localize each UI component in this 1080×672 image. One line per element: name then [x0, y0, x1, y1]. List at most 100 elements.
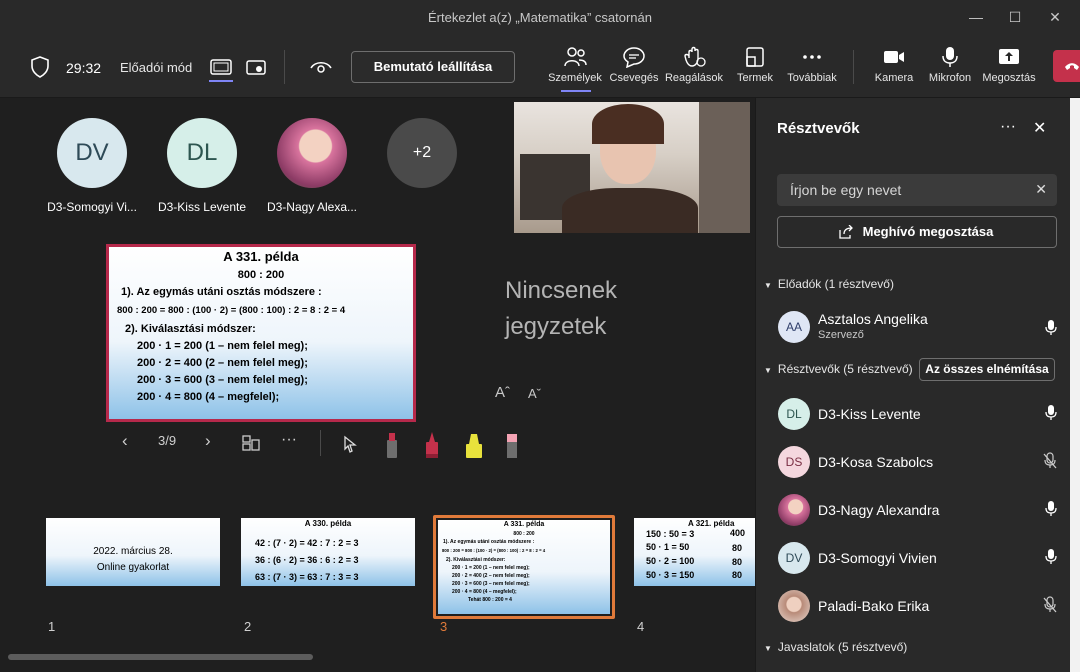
panel-close-icon[interactable]: ✕: [1033, 118, 1046, 138]
laser-pointer-icon[interactable]: [342, 435, 358, 453]
microphone-muted-icon: [1043, 452, 1057, 469]
rooms-icon: [746, 47, 764, 67]
camera-icon: [884, 51, 904, 63]
slide-counter: 3/9: [158, 433, 177, 448]
thumb-line: 2022. március 28.: [93, 546, 173, 557]
presenters-section-header[interactable]: ▼ Előadók (1 résztvevő): [764, 277, 894, 291]
participant-name: D3-Kosa Szabolcs: [818, 454, 934, 470]
next-slide-button[interactable]: ›: [205, 431, 211, 451]
suggestions-header-label: Javaslatok (5 résztvevő): [777, 640, 908, 654]
participant-row[interactable]: Paladi-Bako Erika: [778, 586, 1058, 626]
attendee-tile[interactable]: DV D3-Somogyi Vi...: [42, 118, 142, 214]
attendees-section-header[interactable]: ▼ Résztvevők (5 résztvevő): [764, 362, 913, 376]
slide-line: 200 · 1 = 200 (1 – nem felel meg);: [137, 340, 308, 352]
thumb-title: A 330. példa: [304, 519, 352, 528]
slide-grid-icon[interactable]: [241, 434, 261, 452]
pen-tool-gray-icon[interactable]: [383, 430, 401, 460]
clear-search-icon[interactable]: ✕: [1035, 181, 1047, 198]
search-input[interactable]: [777, 174, 1017, 206]
phone-hangup-icon: [1065, 63, 1079, 70]
panel-title: Résztvevők: [777, 120, 860, 137]
thumb-line: 42 : (7 · 2) = 42 : 7 : 2 = 3: [255, 538, 359, 548]
avatar-photo: [277, 118, 347, 188]
minimize-icon[interactable]: —: [965, 6, 987, 28]
thumb-line: 50 · 1 = 50: [646, 542, 690, 552]
presenter-mode-reporter-button[interactable]: [244, 54, 268, 82]
share-icon: [999, 49, 1019, 64]
presenter-mode-standout-button[interactable]: [207, 54, 235, 82]
overflow-count: +2: [387, 118, 457, 188]
thumb-line: 63 : (7 · 3) = 63 : 7 : 3 = 3: [255, 572, 359, 582]
microphone-icon: [1045, 320, 1057, 335]
eraser-icon[interactable]: [503, 430, 521, 460]
rooms-button[interactable]: Termek: [725, 46, 785, 84]
more-button[interactable]: Továbbiak: [782, 46, 842, 84]
presenter-hair: [592, 104, 664, 144]
participant-row[interactable]: AA Asztalos Angelika Szervező: [778, 307, 1058, 347]
window-title: Értekezlet a(z) „Matematika” csatornán: [428, 10, 652, 25]
collapse-chevron-icon: ▼: [764, 644, 772, 653]
collapse-chevron-icon: ▼: [764, 366, 772, 375]
close-window-icon[interactable]: ✕: [1044, 6, 1066, 28]
attendee-name: D3-Kiss Levente: [157, 200, 247, 214]
slide-line: 2). Kiválasztási módszer:: [125, 323, 256, 335]
maximize-icon[interactable]: ☐: [1004, 6, 1026, 28]
font-increase-button[interactable]: Aˆ: [495, 384, 510, 401]
highlighter-icon[interactable]: [463, 430, 485, 460]
font-decrease-button[interactable]: Aˇ: [528, 386, 541, 401]
participant-row[interactable]: DL D3-Kiss Levente: [778, 394, 1058, 434]
attendee-tile[interactable]: D3-Nagy Alexa...: [262, 118, 362, 214]
attendee-name: D3-Somogyi Vi...: [47, 200, 137, 214]
prev-slide-button[interactable]: ‹: [122, 431, 128, 451]
pen-tool-red-icon[interactable]: [423, 430, 441, 460]
people-button[interactable]: Személyek: [545, 46, 605, 92]
more-label: Továbbiak: [787, 72, 837, 84]
participant-row[interactable]: DV D3-Somogyi Vivien: [778, 538, 1058, 578]
slide-line: 200 · 2 = 400 (2 – nem felel meg);: [137, 357, 308, 369]
suggestions-section-header[interactable]: ▼ Javaslatok (5 résztvevő): [764, 640, 907, 654]
slide-thumbnail[interactable]: 2022. március 28. Online gyakorlat: [46, 518, 220, 586]
mute-all-button[interactable]: Az összes elnémítása: [919, 358, 1055, 381]
rooms-label: Termek: [736, 72, 774, 84]
participant-name: Paladi-Bako Erika: [818, 598, 930, 614]
participant-row[interactable]: D3-Nagy Alexandra: [778, 490, 1058, 530]
more-icon: [803, 55, 821, 59]
panel-more-icon[interactable]: ···: [1000, 118, 1016, 136]
slide-thumbnail[interactable]: A 321. példa 150 : 50 = 3 50 · 1 = 50 50…: [634, 518, 755, 586]
slide-number: 2: [244, 619, 252, 634]
more-attendees-tile[interactable]: +2: [372, 118, 472, 188]
leave-button[interactable]: [1053, 50, 1080, 82]
slide-thumbnail[interactable]: A 330. példa 42 : (7 · 2) = 42 : 7 : 2 =…: [241, 518, 415, 586]
thumbnail-scrollbar[interactable]: [8, 654, 313, 660]
reactions-button[interactable]: Reagálások: [664, 46, 724, 84]
thumb-line: 200 · 3 = 600 (3 – nem felel meg);: [452, 581, 530, 587]
toolbar-divider: [284, 50, 285, 84]
toolbar-divider: [853, 50, 854, 84]
stop-presenting-button[interactable]: Bemutató leállítása: [351, 51, 515, 83]
avatar: DV: [57, 118, 127, 188]
chat-button[interactable]: Csevegés: [604, 46, 664, 84]
attendee-tile[interactable]: DL D3-Kiss Levente: [152, 118, 252, 214]
avatar: DS: [778, 446, 810, 478]
title-bar: Értekezlet a(z) „Matematika” csatornán —…: [0, 0, 1080, 36]
thumb-line: 800 : 200 = 800 : (100 · 2) = (800 : 100…: [442, 548, 546, 553]
participant-name: D3-Somogyi Vivien: [818, 550, 937, 566]
thumb-line: 200 · 4 = 800 (4 – megfelel);: [452, 589, 517, 595]
eye-icon[interactable]: [310, 58, 332, 76]
share-invite-button[interactable]: Meghívó megosztása: [777, 216, 1057, 248]
meeting-timer: 29:32: [66, 60, 102, 76]
camera-button[interactable]: Kamera: [864, 46, 924, 84]
share-link-icon: [839, 225, 853, 239]
microphone-button[interactable]: Mikrofon: [920, 46, 980, 84]
thumb-title: A 331. példa: [503, 521, 545, 528]
participant-row[interactable]: DS D3-Kosa Szabolcs: [778, 442, 1058, 482]
share-button[interactable]: Megosztás: [979, 46, 1039, 84]
notes-empty-message: Nincsenek jegyzetek: [505, 277, 618, 340]
more-options-icon[interactable]: ···: [281, 431, 297, 449]
share-invite-label: Meghívó megosztása: [862, 224, 994, 239]
avatar: DV: [778, 542, 810, 574]
presenter-video: [514, 102, 750, 233]
selected-thumbnail-frame[interactable]: A 331. példa 800 : 200 1). Az egymás utá…: [433, 515, 615, 619]
share-label: Megosztás: [982, 72, 1036, 84]
slide-line: 200 · 3 = 600 (3 – nem felel meg);: [137, 374, 308, 386]
